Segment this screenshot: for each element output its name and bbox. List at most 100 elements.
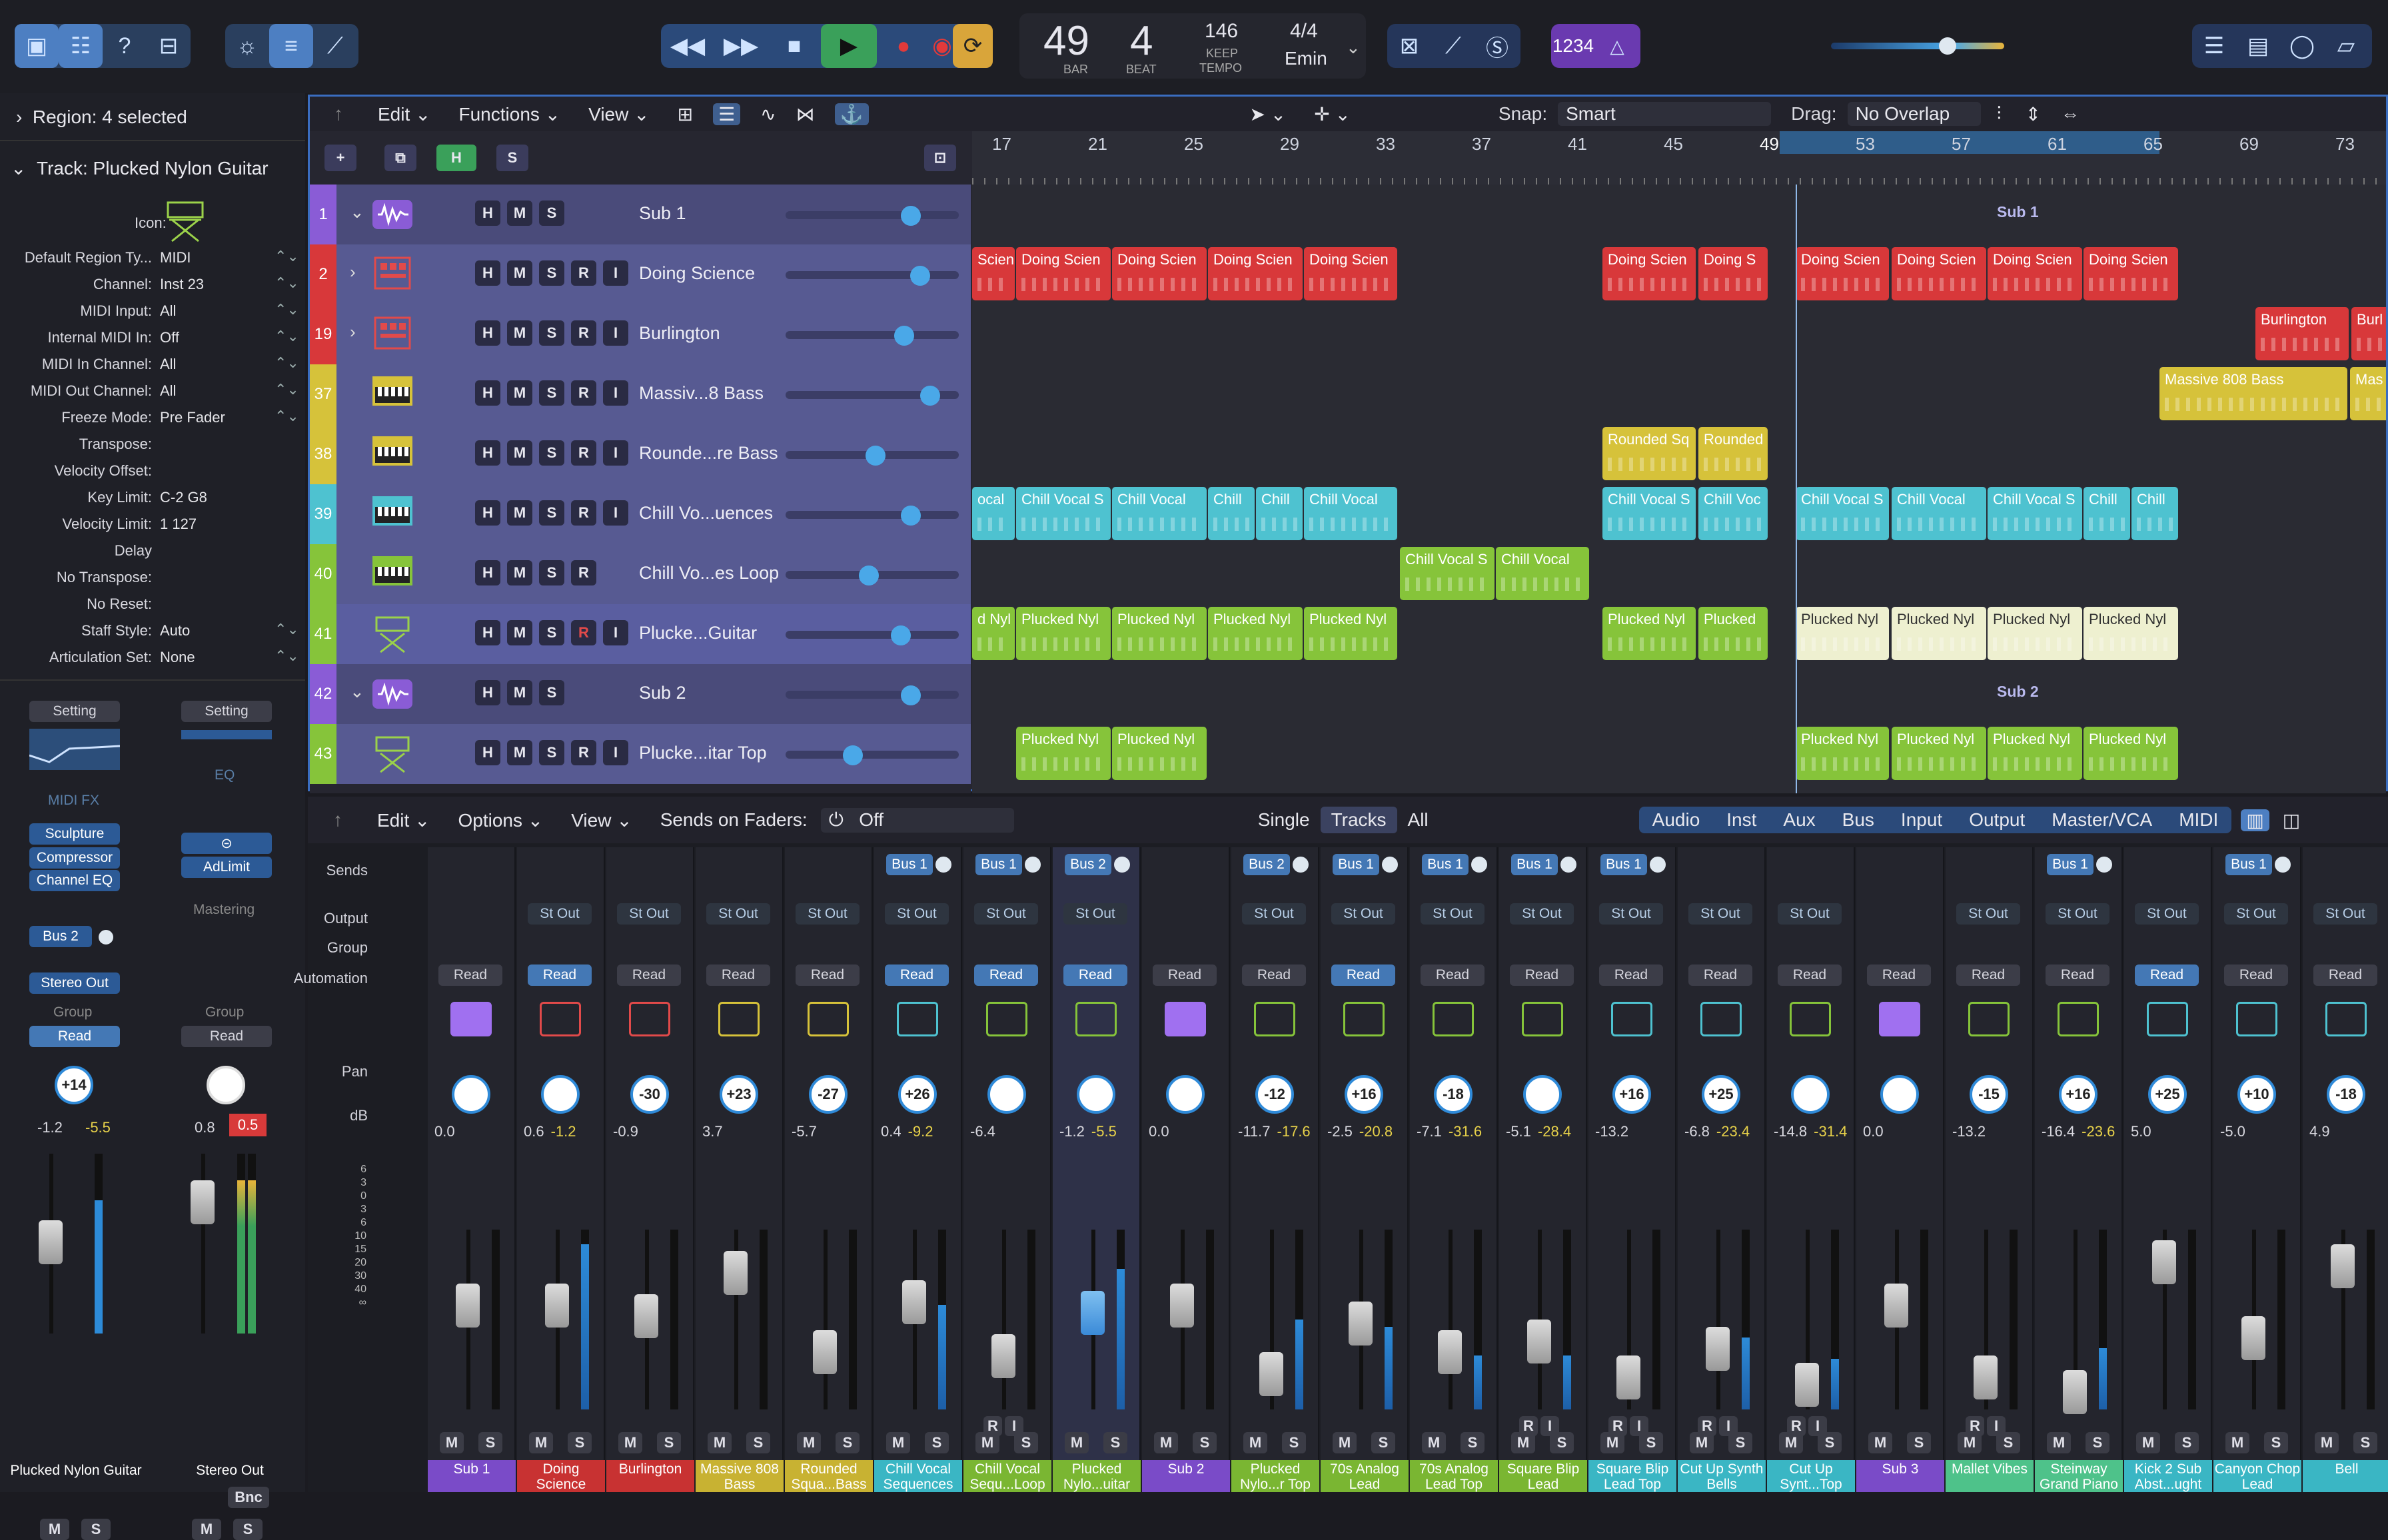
send-level-knob[interactable]: [1471, 857, 1487, 873]
inspector-row[interactable]: No Reset:: [0, 590, 305, 617]
track-name[interactable]: Massiv...8 Bass: [639, 383, 764, 404]
inspector-row-value[interactable]: MIDI: [160, 249, 191, 266]
mute-button[interactable]: M: [440, 1432, 464, 1453]
automation-read-button[interactable]: Read: [1510, 964, 1574, 986]
mute-button[interactable]: M: [507, 260, 532, 286]
region[interactable]: Chill Vocal S: [1988, 487, 2082, 540]
send-level-knob[interactable]: [2275, 857, 2291, 873]
inspector-row-value[interactable]: All: [160, 356, 176, 373]
send-button[interactable]: Bus 2: [1065, 854, 1111, 875]
mute-button[interactable]: M: [708, 1432, 732, 1453]
count-in-button[interactable]: 1234: [1551, 24, 1595, 68]
region[interactable]: Plucked Nyl: [1112, 727, 1207, 780]
updown-icon[interactable]: ⌃⌄: [275, 381, 299, 398]
strip-name[interactable]: 70s Analog Lead: [1321, 1460, 1409, 1492]
track-name[interactable]: Plucke...Guitar: [639, 623, 757, 643]
automation-read-button[interactable]: Read: [1956, 964, 2020, 986]
folder-region-label[interactable]: Sub 2: [1997, 683, 2039, 701]
automation-read-button[interactable]: Read: [2046, 964, 2109, 986]
region[interactable]: Chill Vocal S: [1400, 547, 1494, 600]
grid-icon[interactable]: ⊞: [678, 103, 693, 125]
record-enable-button[interactable]: R: [571, 620, 596, 645]
region[interactable]: d Nyl: [972, 607, 1015, 660]
instrument-icon[interactable]: [897, 1002, 938, 1036]
strip-name[interactable]: Plucked Nylo...uitar: [1053, 1460, 1141, 1492]
region[interactable]: Chill Vocal: [1496, 547, 1589, 600]
arrange-canvas[interactable]: Scien Doing Scien Doing Scien Doing Scien Do…: [972, 185, 2386, 793]
track-name[interactable]: Rounde...re Bass: [639, 443, 778, 464]
mute-button[interactable]: M: [192, 1519, 221, 1540]
solo-button[interactable]: S: [836, 1432, 860, 1453]
volume-knob[interactable]: [910, 266, 931, 286]
pan-knob[interactable]: [1880, 1075, 1919, 1114]
catch-icon[interactable]: ⚓: [834, 103, 869, 125]
track-name[interactable]: Burlington: [639, 323, 720, 344]
automation-read-button[interactable]: Read: [1599, 964, 1663, 986]
pan-knob[interactable]: -12: [1255, 1075, 1294, 1114]
automation-read-button[interactable]: Read: [2313, 964, 2377, 986]
drum-machine-icon[interactable]: [372, 316, 412, 350]
volume-fader[interactable]: [39, 1220, 63, 1264]
summing-stack-icon[interactable]: [372, 679, 412, 709]
automation-read-button[interactable]: Read: [1331, 964, 1395, 986]
output-button[interactable]: St Out: [885, 903, 949, 925]
hide-tracks-button[interactable]: H: [436, 145, 476, 171]
automation-read-button[interactable]: Read: [1421, 964, 1485, 986]
track-name[interactable]: Sub 1: [639, 203, 686, 224]
inspector-row[interactable]: MIDI Input: All ⌃⌄: [0, 297, 305, 324]
region[interactable]: Chill Vocal: [1892, 487, 1986, 540]
edit-menu[interactable]: Edit ⌄: [378, 103, 431, 125]
mute-button[interactable]: M: [797, 1432, 821, 1453]
pan-knob[interactable]: [987, 1075, 1026, 1114]
automation-read-button[interactable]: Read: [974, 964, 1038, 986]
inspector-row[interactable]: Velocity Limit: 1 127: [0, 510, 305, 537]
strip-name[interactable]: Steinway Grand Piano: [2035, 1460, 2123, 1492]
instrument-icon[interactable]: [1700, 1002, 1742, 1036]
eq-label[interactable]: EQ: [215, 767, 235, 783]
region[interactable]: Plucked Nyl: [2084, 607, 2178, 660]
pan-knob[interactable]: [1791, 1075, 1830, 1114]
solo-button[interactable]: S: [1103, 1432, 1127, 1453]
pan-knob[interactable]: [1077, 1075, 1115, 1114]
solo-button[interactable]: S: [1371, 1432, 1395, 1453]
mute-button[interactable]: M: [2136, 1432, 2160, 1453]
curve-icon[interactable]: ∿: [760, 103, 776, 125]
solo-button[interactable]: S: [1014, 1432, 1038, 1453]
volume-knob[interactable]: [859, 566, 880, 585]
inspector-row-value[interactable]: All: [160, 302, 176, 320]
inspector-row[interactable]: Key Limit: C-2 G8: [0, 484, 305, 510]
input-monitor-button[interactable]: I: [603, 320, 628, 346]
region[interactable]: ocal: [972, 487, 1015, 540]
region[interactable]: Doing Scien: [1112, 247, 1207, 300]
output-button[interactable]: St Out: [2046, 903, 2109, 925]
instrument-icon[interactable]: [1075, 1002, 1117, 1036]
volume-knob[interactable]: [866, 446, 886, 466]
filter-input-button[interactable]: Input: [1888, 807, 1956, 833]
guitar-icon[interactable]: [163, 200, 208, 242]
catch-playhead-icon[interactable]: ⊡: [924, 145, 956, 171]
send-level-knob[interactable]: [1382, 857, 1398, 873]
automation-read-button[interactable]: Read: [2224, 964, 2288, 986]
region[interactable]: Chill: [1256, 487, 1303, 540]
volume-slider[interactable]: [786, 211, 959, 219]
record-enable-button[interactable]: R: [571, 440, 596, 466]
waveform-zoom-icon[interactable]: ⫶: [1997, 103, 2002, 125]
output-button[interactable]: St Out: [1242, 903, 1306, 925]
mute-button[interactable]: M: [1333, 1432, 1357, 1453]
hide-button[interactable]: H: [475, 500, 500, 526]
send-level-knob[interactable]: [2096, 857, 2112, 873]
updown-icon[interactable]: ⌃⌄: [275, 301, 299, 318]
updown-icon[interactable]: ⌃⌄: [275, 328, 299, 345]
filter-midi-button[interactable]: MIDI: [2165, 807, 2231, 833]
output-button[interactable]: St Out: [1510, 903, 1574, 925]
solo-button[interactable]: S: [1818, 1432, 1842, 1453]
inspector-row[interactable]: Articulation Set: None ⌃⌄: [0, 643, 305, 670]
solo-button[interactable]: S: [657, 1432, 681, 1453]
inspector-row-value[interactable]: Inst 23: [160, 276, 204, 293]
record-enable-button[interactable]: R: [571, 560, 596, 585]
duplicate-track-icon[interactable]: ⧉: [384, 145, 416, 171]
region[interactable]: Doing Scien: [1016, 247, 1111, 300]
inspector-row[interactable]: Default Region Ty... MIDI ⌃⌄: [0, 244, 305, 270]
mute-button[interactable]: M: [507, 200, 532, 226]
strip-name[interactable]: Bell: [2303, 1460, 2388, 1492]
